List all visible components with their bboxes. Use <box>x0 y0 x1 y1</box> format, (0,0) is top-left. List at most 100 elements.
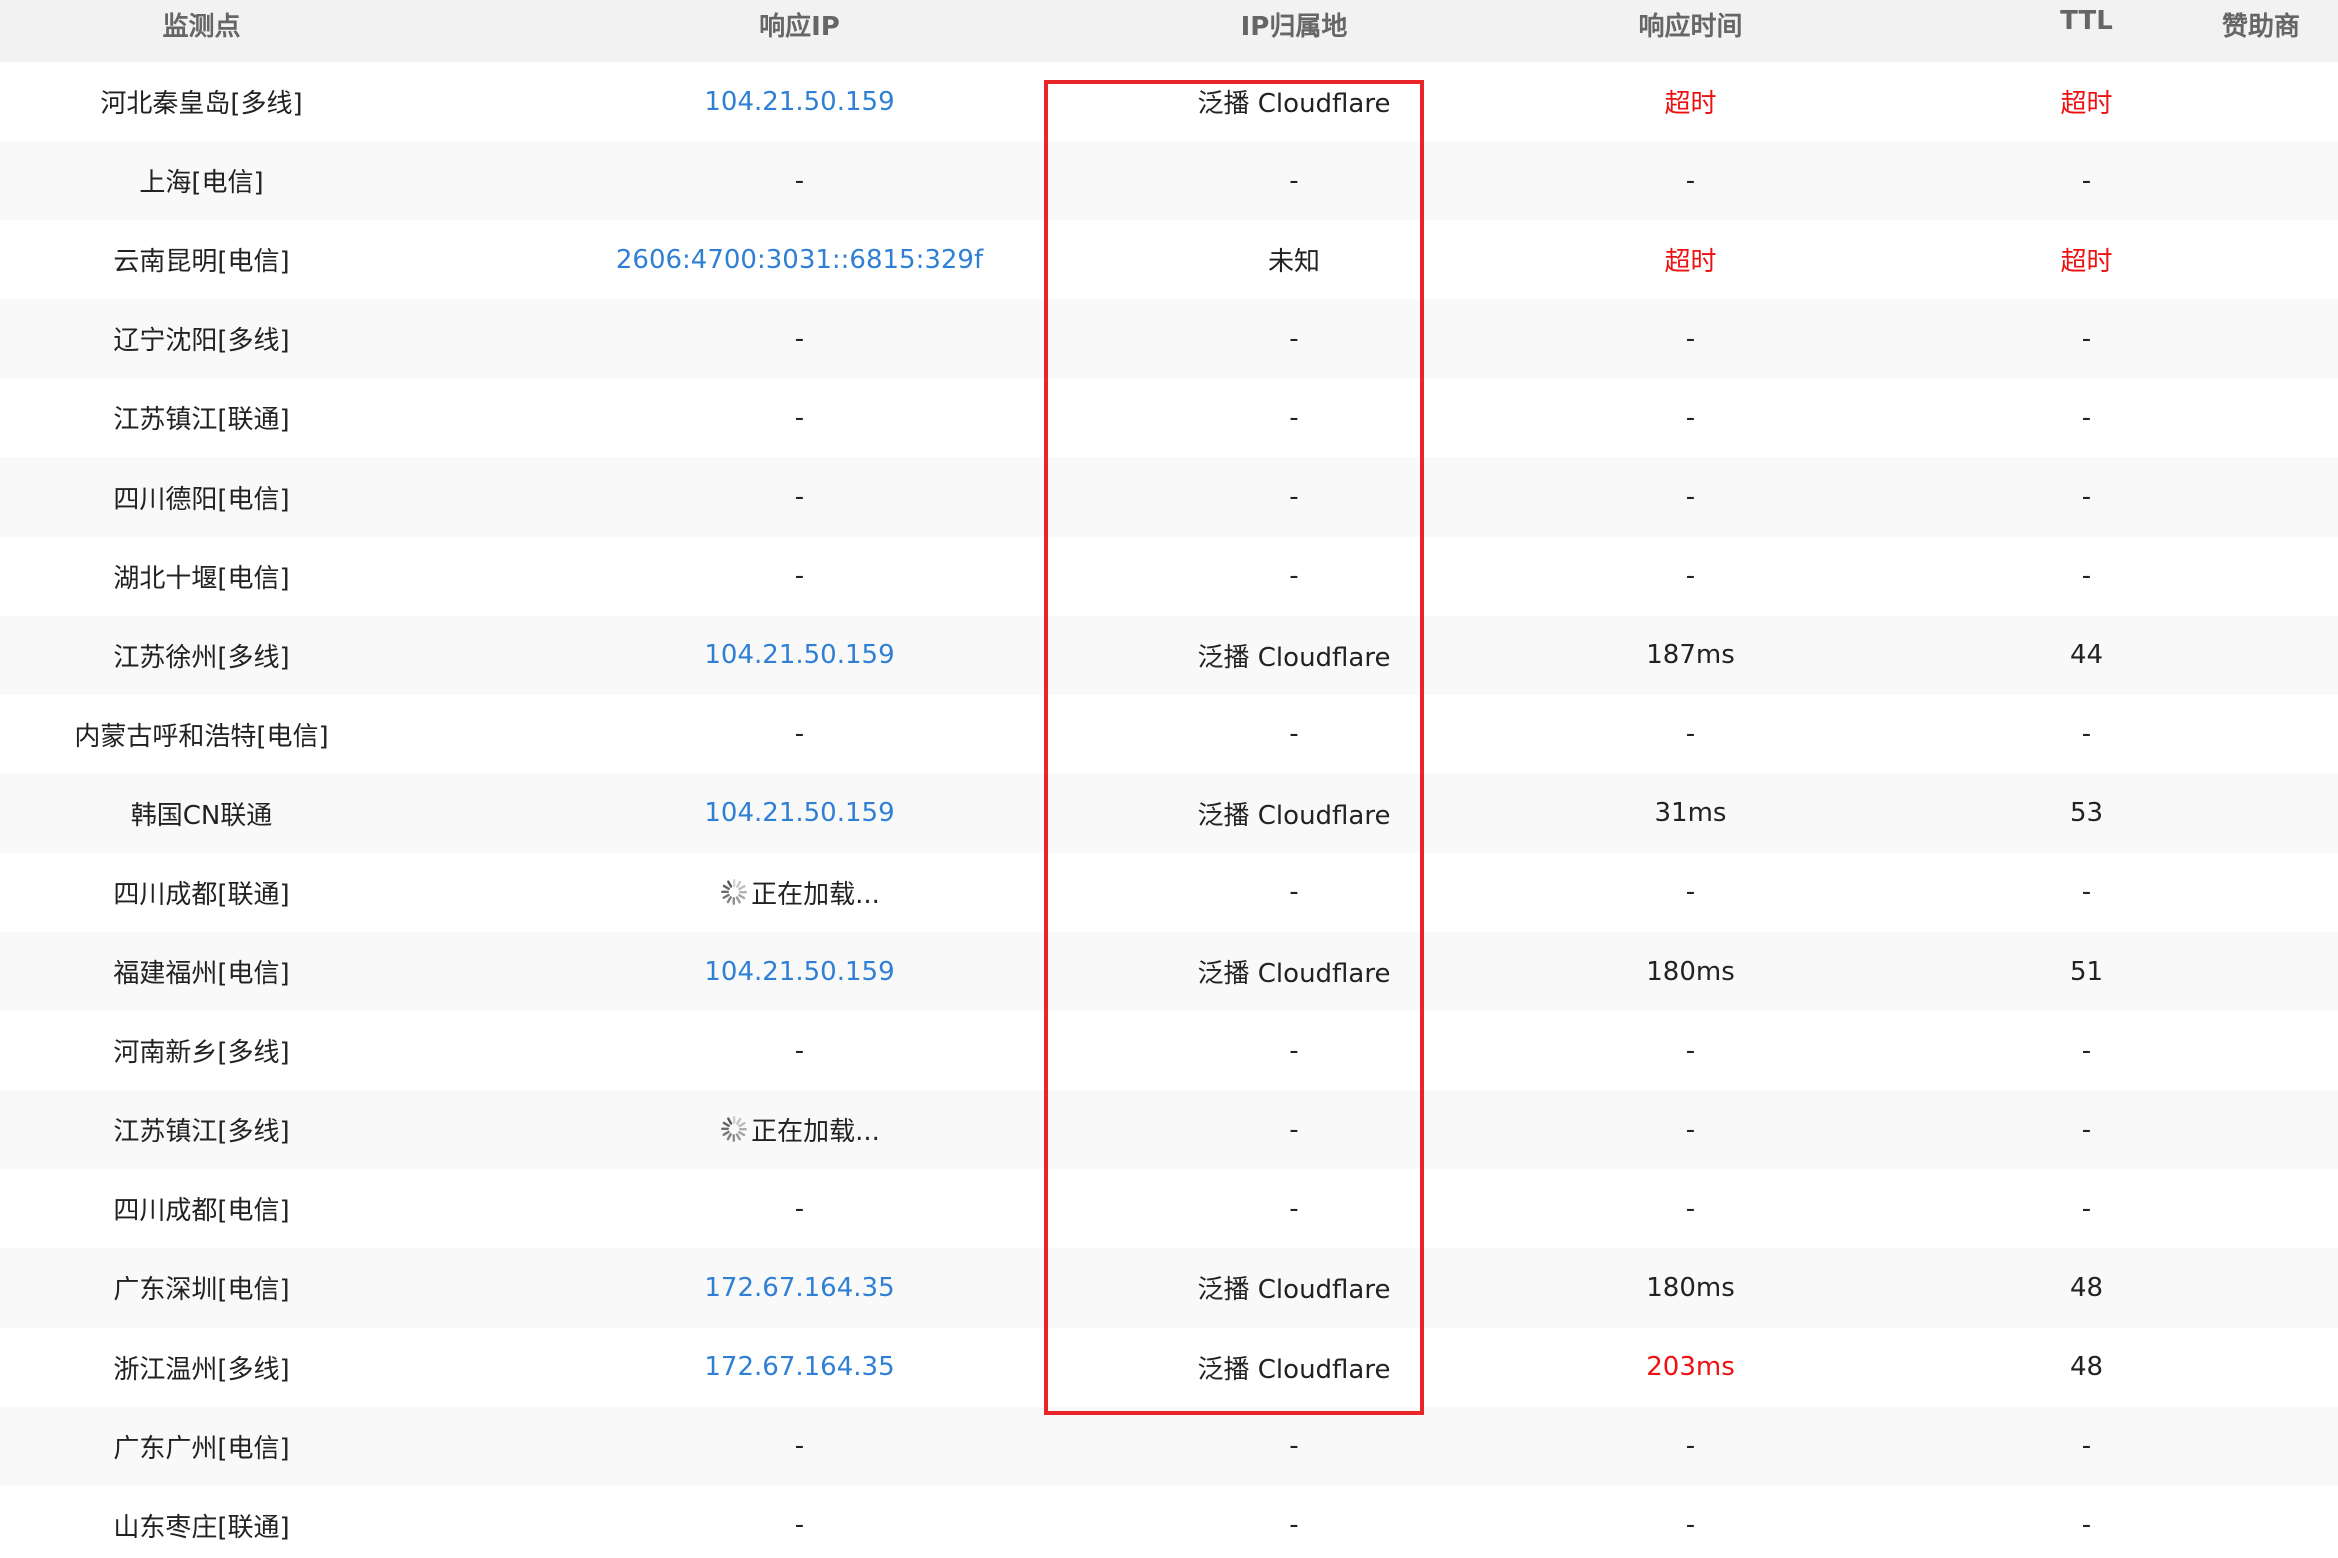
header-ttl: TTL <box>2060 6 2113 36</box>
loading-text: 正在加载... <box>751 1117 880 1148</box>
location-cell: - <box>1289 1510 1299 1541</box>
table-row: 辽宁沈阳[多线] - - - - <box>0 299 2338 379</box>
node-cell: 上海[电信] <box>139 168 264 199</box>
loading-spinner-icon <box>721 878 748 905</box>
table-row: 广东广州[电信] - - - - <box>0 1406 2338 1486</box>
table-row: 河北秦皇岛[多线] 104.21.50.159 泛播 Cloudflare 超时 超时 <box>0 62 2338 142</box>
location-cell: - <box>1289 1193 1299 1224</box>
sponsor-cell <box>2184 1486 2338 1558</box>
response-time-cell: - <box>1685 482 1696 513</box>
ttl-cell: - <box>2081 1431 2092 1462</box>
sponsor-cell <box>2184 62 2338 141</box>
response-time-cell: - <box>1685 1035 1696 1066</box>
ttl-cell: - <box>2081 165 2092 196</box>
node-cell: 广东深圳[电信] <box>113 1275 290 1306</box>
ip-link[interactable]: 104.21.50.159 <box>403 62 1196 141</box>
response-time-cell: - <box>1685 719 1696 750</box>
table-row: 湖北十堰[电信] - - - - <box>0 536 2338 616</box>
response-time-cell: - <box>1685 877 1696 908</box>
sponsor-cell <box>2184 1248 2338 1327</box>
ttl-cell: - <box>2081 1510 2092 1541</box>
ip-cell: - <box>794 323 805 354</box>
sponsor-cell <box>2184 695 2338 774</box>
response-time-cell: - <box>1685 561 1696 592</box>
node-cell: 内蒙古呼和浩特[电信] <box>74 721 329 752</box>
location-cell: - <box>1289 1114 1299 1145</box>
response-time-cell: 180ms <box>1646 1272 1735 1303</box>
response-time-cell: 187ms <box>1646 640 1735 671</box>
table-row: 河南新乡[多线] - - - - <box>0 1011 2338 1091</box>
location-cell: 未知 <box>1267 247 1320 278</box>
response-time-cell: 180ms <box>1646 956 1735 987</box>
ip-cell: - <box>794 561 805 592</box>
sponsor-cell <box>2184 457 2338 536</box>
node-cell: 四川成都[电信] <box>113 1196 290 1227</box>
response-time-cell: - <box>1685 402 1696 433</box>
table-row: 四川德阳[电信] - - - - <box>0 457 2338 537</box>
ip-link[interactable]: 104.21.50.159 <box>403 616 1196 695</box>
header-row: 监测点 响应IP IP归属地 响应时间 TTL 赞助商 <box>0 0 2338 62</box>
sponsor-cell <box>2184 1011 2338 1090</box>
ttl-cell: 48 <box>2069 1272 2104 1303</box>
sponsor-cell <box>2184 1328 2338 1407</box>
table-row: 江苏徐州[多线] 104.21.50.159 泛播 Cloudflare 187ms 4… <box>0 615 2338 695</box>
table-row: 浙江温州[多线] 172.67.164.35 泛播 Cloudflare 203ms 4… <box>0 1327 2338 1407</box>
location-cell: 泛播 Cloudflare <box>1197 959 1391 990</box>
ttl-cell: 超时 <box>2060 89 2113 120</box>
page: 监测点 响应IP IP归属地 响应时间 TTL 赞助商 河北秦皇岛[多线] 104… <box>0 0 2338 1558</box>
sponsor-cell <box>2184 616 2338 695</box>
node-cell: 云南昆明[电信] <box>113 247 290 278</box>
ip-link[interactable]: 104.21.50.159 <box>403 774 1196 853</box>
ip-link[interactable]: 172.67.164.35 <box>403 1328 1196 1407</box>
ip-cell: - <box>794 482 805 513</box>
response-time-cell: - <box>1685 1431 1696 1462</box>
ip-link[interactable]: 172.67.164.35 <box>403 1248 1196 1327</box>
node-cell: 福建福州[电信] <box>113 959 290 990</box>
node-cell: 江苏镇江[多线] <box>113 1117 290 1148</box>
location-cell: 泛播 Cloudflare <box>1197 1354 1391 1385</box>
response-time-cell: 203ms <box>1646 1352 1735 1383</box>
node-cell: 四川德阳[电信] <box>113 484 290 515</box>
ttl-cell: - <box>2081 1193 2092 1224</box>
header-ip: 响应IP <box>759 12 840 42</box>
ip-cell: 正在加载... <box>403 1090 1196 1169</box>
ttl-cell: - <box>2081 1114 2092 1145</box>
ip-cell: - <box>794 165 805 196</box>
ttl-cell: - <box>2081 402 2092 433</box>
node-cell: 韩国CN联通 <box>130 800 273 831</box>
table-header: 监测点 响应IP IP归属地 响应时间 TTL 赞助商 <box>0 0 2338 62</box>
response-time-cell: - <box>1685 323 1696 354</box>
ttl-cell: 51 <box>2069 956 2104 987</box>
location-cell: - <box>1289 561 1299 592</box>
table-row: 四川成都[联通] 正在加载... - - - <box>0 852 2338 933</box>
location-cell: - <box>1289 323 1299 354</box>
location-cell: - <box>1289 402 1299 433</box>
node-cell: 湖北十堰[电信] <box>113 563 290 594</box>
ip-cell: 正在加载... <box>403 853 1196 932</box>
ip-link[interactable]: 104.21.50.159 <box>403 932 1196 1011</box>
sponsor-cell <box>2184 299 2338 378</box>
ip-cell: - <box>794 1510 805 1541</box>
response-time-cell: 超时 <box>1664 247 1717 278</box>
table-row: 云南昆明[电信] 2606:4700:3031::6815:329f 未知 超时 超时 <box>0 220 2338 300</box>
node-cell: 辽宁沈阳[多线] <box>113 326 290 357</box>
location-cell: 泛播 Cloudflare <box>1197 1275 1391 1306</box>
ip-cell: - <box>794 719 805 750</box>
table-row: 韩国CN联通 104.21.50.159 泛播 Cloudflare 31ms 53 <box>0 773 2338 853</box>
sponsor-cell <box>2184 853 2338 932</box>
ttl-cell: - <box>2081 323 2092 354</box>
ip-cell: - <box>794 402 805 433</box>
location-cell: 泛播 Cloudflare <box>1197 642 1391 673</box>
response-time-cell: - <box>1685 1114 1696 1145</box>
ip-cell: - <box>794 1193 805 1224</box>
node-cell: 浙江温州[多线] <box>113 1354 290 1385</box>
table-row: 广东深圳[电信] 172.67.164.35 泛播 Cloudflare 180ms 4… <box>0 1248 2338 1328</box>
node-cell: 广东广州[电信] <box>113 1433 290 1464</box>
response-time-cell: - <box>1685 1193 1696 1224</box>
results-table: 监测点 响应IP IP归属地 响应时间 TTL 赞助商 河北秦皇岛[多线] 104… <box>0 0 2338 1558</box>
node-cell: 山东枣庄[联通] <box>113 1512 290 1543</box>
ttl-cell: - <box>2081 1035 2092 1066</box>
node-cell: 河南新乡[多线] <box>113 1038 290 1069</box>
header-node: 监测点 <box>162 12 241 42</box>
ip-link[interactable]: 2606:4700:3031::6815:329f <box>403 220 1196 299</box>
